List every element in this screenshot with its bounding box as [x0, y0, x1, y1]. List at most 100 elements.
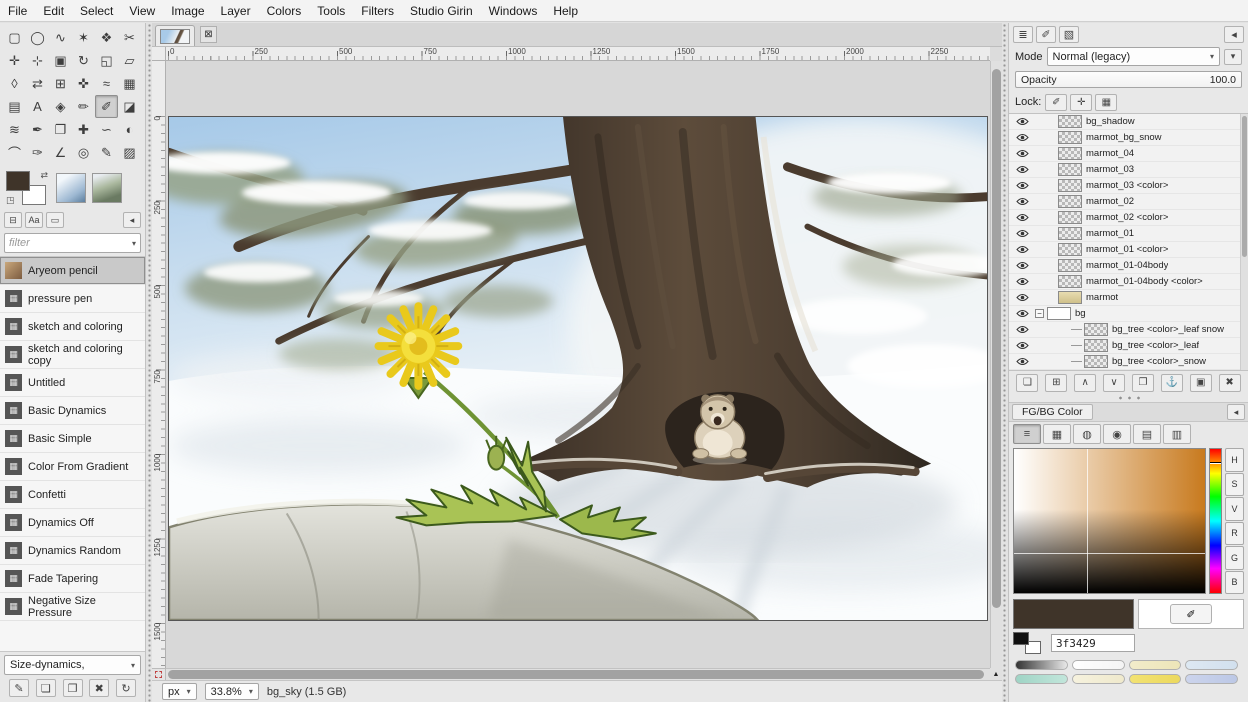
new-dynamics-button[interactable]: ❏	[36, 679, 56, 697]
lock-pixels-button[interactable]: ✐	[1045, 94, 1067, 111]
hue-slider[interactable]	[1209, 448, 1222, 594]
tool-pencil[interactable]: ✏	[72, 95, 95, 118]
vertical-scrollbar[interactable]	[990, 61, 1002, 668]
palette-strip[interactable]	[1185, 674, 1238, 684]
tool-measure[interactable]: ∠	[49, 141, 72, 164]
brushes-dock-tab[interactable]: ✐	[1036, 26, 1056, 43]
dynamics-list-item[interactable]: Aryeom pencil	[0, 257, 145, 285]
tool-zoom[interactable]: ◎	[72, 141, 95, 164]
brush-editor-button[interactable]: ⊟	[4, 212, 22, 228]
mode-options-button[interactable]: ▾	[1224, 49, 1242, 65]
print-tab[interactable]: ▤	[1133, 424, 1161, 444]
layer-row[interactable]: − marmot_01-04body <color>	[1009, 274, 1240, 290]
visibility-toggle[interactable]	[1013, 277, 1031, 286]
tool-unified-transform[interactable]: ⊞	[49, 72, 72, 95]
palette-strip[interactable]	[1072, 674, 1125, 684]
layer-row[interactable]: − marmot_01-04body	[1009, 258, 1240, 274]
tool-warp[interactable]: ≈	[95, 72, 118, 95]
channel-button[interactable]: R	[1225, 522, 1244, 546]
collapse-icon[interactable]: ◂	[123, 212, 141, 228]
fg-bg-color-widget[interactable]: ⇄ ◳	[6, 171, 50, 205]
tool-rect-select[interactable]: ▢	[3, 26, 26, 49]
layer-row[interactable]: − marmot_02 <color>	[1009, 210, 1240, 226]
visibility-toggle[interactable]	[1013, 309, 1031, 318]
expander-icon[interactable]: −	[1035, 309, 1044, 318]
delete-layer-button[interactable]: ✖	[1219, 374, 1241, 392]
tool-crop[interactable]: ▣	[49, 49, 72, 72]
dynamics-list-item[interactable]: ▦ Basic Dynamics	[0, 397, 145, 425]
saturation-value-square[interactable]	[1013, 448, 1206, 594]
visibility-toggle[interactable]	[1013, 197, 1031, 206]
lower-layer-button[interactable]: ∨	[1103, 374, 1125, 392]
dynamics-list-item[interactable]: ▦ Confetti	[0, 481, 145, 509]
menu-item[interactable]: Edit	[35, 0, 72, 21]
tool-text[interactable]: A	[26, 95, 49, 118]
tool-dodge-burn[interactable]: ◐	[118, 118, 141, 141]
tool-gradient[interactable]: ▤	[3, 95, 26, 118]
close-image-icon[interactable]: ⊠	[200, 26, 217, 43]
palette-strip[interactable]	[1015, 674, 1068, 684]
dynamics-list-item[interactable]: ▦ Dynamics Random	[0, 537, 145, 565]
tool-airbrush[interactable]: ≋	[3, 118, 26, 141]
tool-paths[interactable]: ⌒	[3, 141, 26, 164]
collapse-icon[interactable]: ◂	[1224, 26, 1244, 43]
layer-mode-dropdown[interactable]: Normal (legacy) ▾	[1047, 47, 1220, 66]
dynamics-list-item[interactable]: ▦ pressure pen	[0, 285, 145, 313]
wheel-tab[interactable]: ◉	[1103, 424, 1131, 444]
tool-paintbrush[interactable]: ✐	[95, 95, 118, 118]
channel-button[interactable]: G	[1225, 546, 1244, 570]
dynamics-set-dropdown[interactable]: Size-dynamics, ▾	[4, 655, 141, 675]
channel-button[interactable]: H	[1225, 448, 1244, 472]
default-colors-icon[interactable]: ◳	[6, 196, 15, 205]
menu-item[interactable]: Help	[545, 0, 586, 21]
grid-tab[interactable]: ▦	[1043, 424, 1071, 444]
opacity-slider[interactable]: Opacity 100.0	[1015, 71, 1242, 88]
palette-tab[interactable]: ▥	[1163, 424, 1191, 444]
visibility-toggle[interactable]	[1013, 245, 1031, 254]
layer-row[interactable]: − bg_tree <color>_snow	[1009, 354, 1240, 370]
visibility-toggle[interactable]	[1013, 165, 1031, 174]
menu-item[interactable]: Filters	[353, 0, 402, 21]
tool-ellipse-select[interactable]: ◯	[26, 26, 49, 49]
layer-row[interactable]: − marmot_04	[1009, 146, 1240, 162]
tool-scissors-select[interactable]: ✂	[118, 26, 141, 49]
tool-handle-transform[interactable]: ✜	[72, 72, 95, 95]
tool-color-picker[interactable]: ✑	[26, 141, 49, 164]
layer-row[interactable]: − marmot_03 <color>	[1009, 178, 1240, 194]
foreground-color-swatch[interactable]	[1013, 632, 1029, 645]
navigation-preview-button[interactable]: ▲	[990, 668, 1002, 680]
visibility-toggle[interactable]	[1013, 213, 1031, 222]
scrollbar-thumb[interactable]	[1242, 116, 1247, 257]
tool-perspective[interactable]: ◊	[3, 72, 26, 95]
layer-row[interactable]: − marmot_01	[1009, 226, 1240, 242]
swap-colors-icon[interactable]: ⇄	[40, 171, 48, 180]
edit-dynamics-button[interactable]: ✎	[9, 679, 29, 697]
menu-item[interactable]: Tools	[309, 0, 353, 21]
dynamics-list-item[interactable]: ▦ Fade Tapering	[0, 565, 145, 593]
tool-bucket-fill[interactable]: ◈	[49, 95, 72, 118]
sliders-tab[interactable]: ≡	[1013, 424, 1041, 444]
palette-strip[interactable]	[1129, 674, 1182, 684]
collapse-icon[interactable]: ◂	[1227, 404, 1245, 420]
layer-mask-button[interactable]: ▣	[1190, 374, 1212, 392]
tool-free-select[interactable]: ∿	[49, 26, 72, 49]
dynamics-list-item[interactable]: ▦ Color From Gradient	[0, 453, 145, 481]
menu-item[interactable]: File	[0, 0, 35, 21]
patterns-dock-tab[interactable]: ▧	[1059, 26, 1079, 43]
chevron-down-icon[interactable]: ▾	[132, 239, 136, 248]
layer-row[interactable]: − marmot	[1009, 290, 1240, 306]
fgbg-color-tab[interactable]: FG/BG Color	[1012, 404, 1093, 420]
palette-strip[interactable]	[1129, 660, 1182, 670]
layers-dock-tab[interactable]: ≣	[1013, 26, 1033, 43]
raise-layer-button[interactable]: ∧	[1074, 374, 1096, 392]
right-panel-splitter[interactable]	[1002, 23, 1007, 702]
visibility-toggle[interactable]	[1013, 229, 1031, 238]
pick-color-button[interactable]: ✐	[1170, 604, 1212, 624]
channel-button[interactable]: B	[1225, 571, 1244, 595]
tool-shear[interactable]: ▱	[118, 49, 141, 72]
layer-row[interactable]: − marmot_bg_snow	[1009, 130, 1240, 146]
dynamics-list-item[interactable]: ▦ Basic Simple	[0, 425, 145, 453]
canvas-artwork[interactable]	[168, 116, 988, 621]
fg-bg-mini-widget[interactable]	[1013, 632, 1043, 654]
tool-presets-button[interactable]: ▭	[46, 212, 64, 228]
